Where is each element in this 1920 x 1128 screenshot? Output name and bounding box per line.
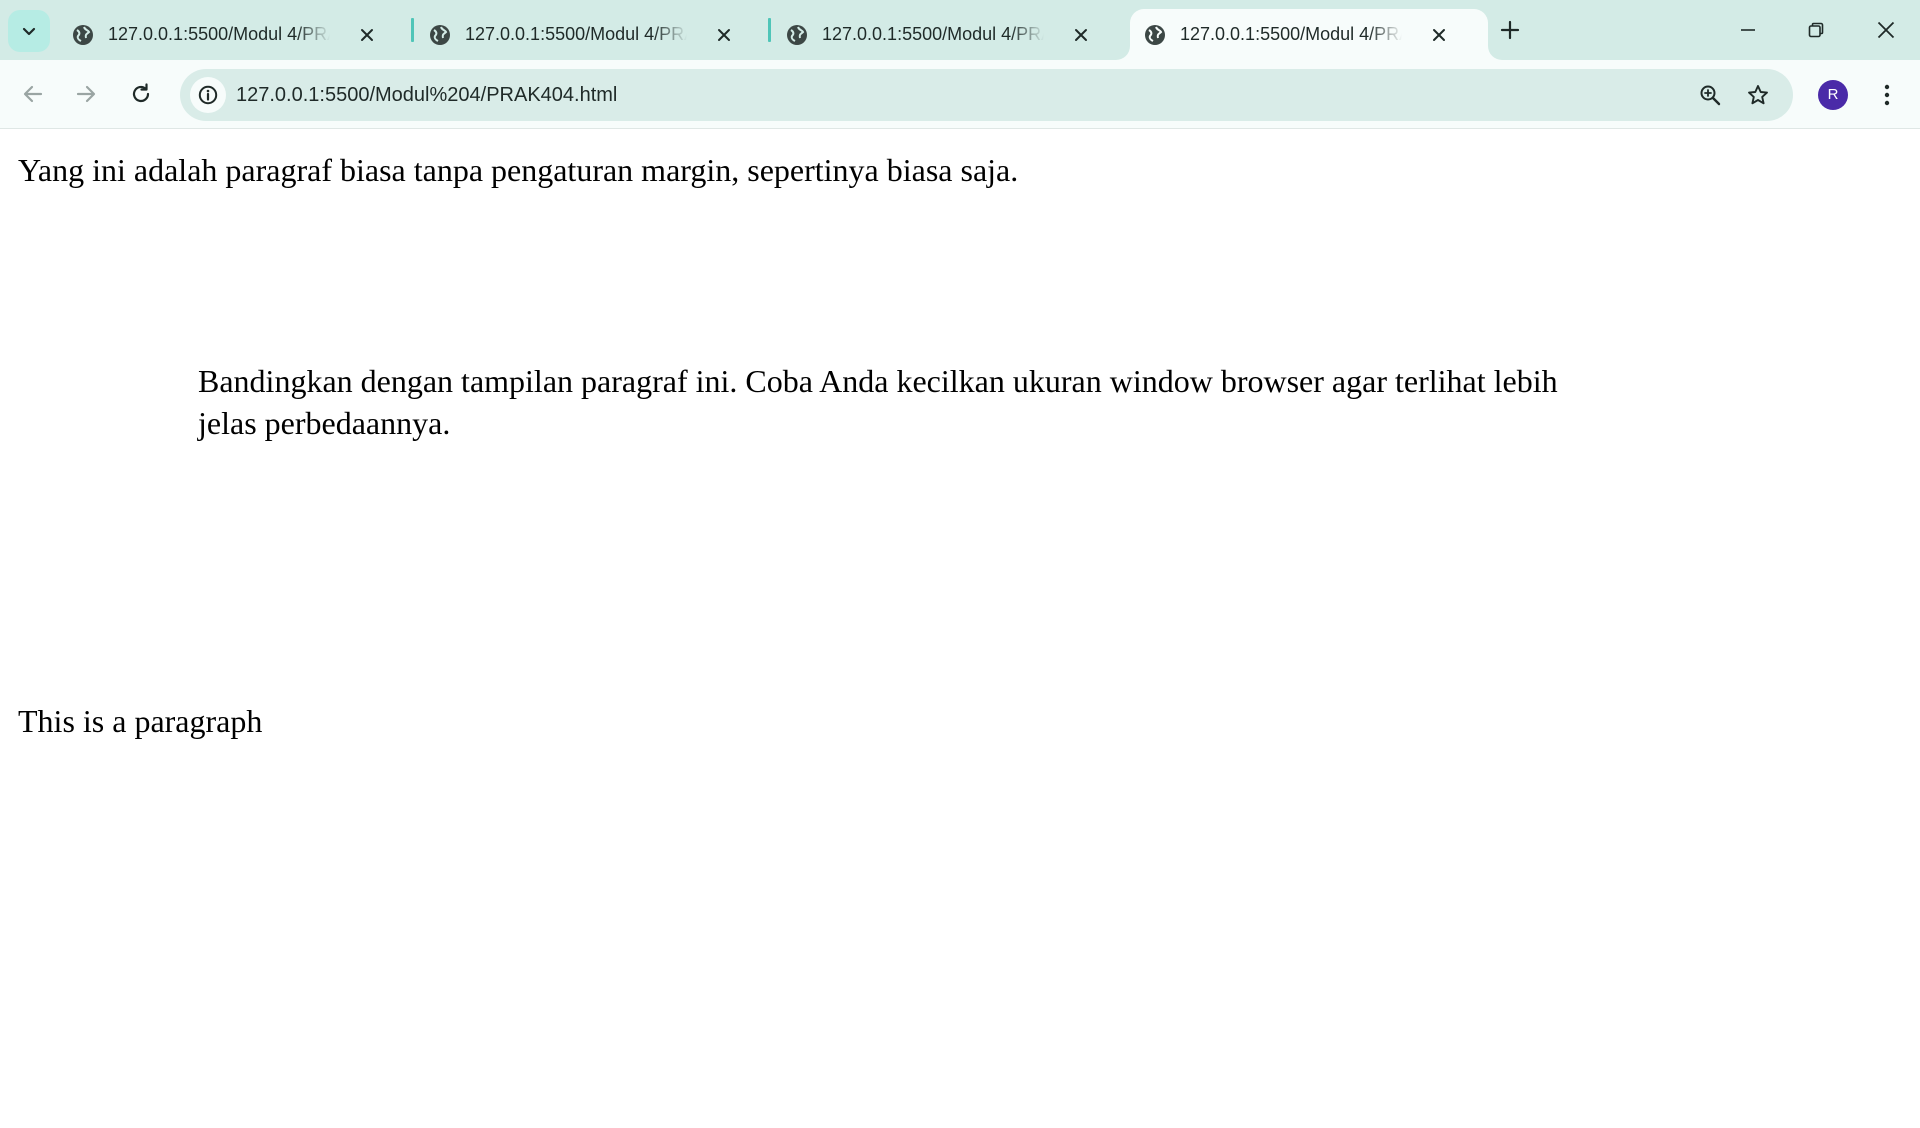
globe-icon xyxy=(1143,23,1167,47)
minimize-button[interactable] xyxy=(1720,8,1776,52)
tab-title: 127.0.0.1:5500/Modul 4/PRAK403.html xyxy=(822,24,1044,44)
back-arrow-icon xyxy=(23,85,43,103)
star-icon xyxy=(1748,85,1768,105)
browser-menu-button[interactable] xyxy=(1870,75,1904,115)
restore-icon xyxy=(1808,22,1824,38)
reload-button[interactable] xyxy=(121,74,161,114)
close-icon[interactable] xyxy=(355,23,379,47)
zoom-icon xyxy=(1700,85,1721,106)
forward-arrow-icon xyxy=(76,85,96,103)
restore-button[interactable] xyxy=(1788,8,1844,52)
tab-1[interactable]: 127.0.0.1:5500/Modul 4/PRAK401.html xyxy=(58,9,416,60)
tab-4-active[interactable]: 127.0.0.1:5500/Modul 4/PRAK404.html xyxy=(1130,9,1488,60)
tab-divider xyxy=(768,18,771,42)
globe-icon xyxy=(785,23,809,47)
globe-icon xyxy=(428,23,452,47)
close-icon[interactable] xyxy=(712,23,736,47)
paragraph-plain: This is a paragraph xyxy=(18,703,263,739)
close-icon xyxy=(1877,21,1895,39)
kebab-menu-icon xyxy=(1884,84,1890,106)
paragraph-normal: Yang ini adalah paragraf biasa tanpa pen… xyxy=(18,152,1019,188)
info-icon xyxy=(198,85,218,105)
tab-title: 127.0.0.1:5500/Modul 4/PRAK401.html xyxy=(108,24,330,44)
tab-3[interactable]: 127.0.0.1:5500/Modul 4/PRAK403.html xyxy=(772,9,1130,60)
back-button[interactable] xyxy=(13,74,53,114)
tab-title: 127.0.0.1:5500/Modul 4/PRAK402.html xyxy=(465,24,687,44)
globe-icon xyxy=(71,23,95,47)
close-icon[interactable] xyxy=(1427,23,1451,47)
tab-2[interactable]: 127.0.0.1:5500/Modul 4/PRAK402.html xyxy=(415,9,773,60)
url-text[interactable]: 127.0.0.1:5500/Modul%204/PRAK404.html xyxy=(236,81,1536,109)
close-window-button[interactable] xyxy=(1858,8,1914,52)
new-tab-button[interactable] xyxy=(1494,14,1526,46)
profile-avatar[interactable]: R xyxy=(1818,80,1848,110)
bookmark-button[interactable] xyxy=(1742,79,1774,111)
reload-icon xyxy=(132,83,150,103)
tab-divider xyxy=(411,18,414,42)
close-icon[interactable] xyxy=(1069,23,1093,47)
forward-button[interactable] xyxy=(66,74,106,114)
plus-icon xyxy=(1500,20,1520,40)
page-viewport: Yang ini adalah paragraf biasa tanpa pen… xyxy=(0,130,1920,1128)
site-info-button[interactable] xyxy=(190,77,226,113)
address-bar[interactable]: 127.0.0.1:5500/Modul%204/PRAK404.html xyxy=(180,69,1793,121)
browser-toolbar: 127.0.0.1:5500/Modul%204/PRAK404.html R xyxy=(0,60,1920,129)
paragraph-with-margin: Bandingkan dengan tampilan paragraf ini.… xyxy=(198,363,1558,441)
minimize-icon xyxy=(1741,29,1755,31)
zoom-button[interactable] xyxy=(1694,79,1726,111)
tab-title: 127.0.0.1:5500/Modul 4/PRAK404.html xyxy=(1180,24,1402,44)
tab-strip: 127.0.0.1:5500/Modul 4/PRAK401.html 127.… xyxy=(0,0,1920,60)
tab-search-button[interactable] xyxy=(8,10,50,52)
chevron-down-icon xyxy=(22,27,36,36)
